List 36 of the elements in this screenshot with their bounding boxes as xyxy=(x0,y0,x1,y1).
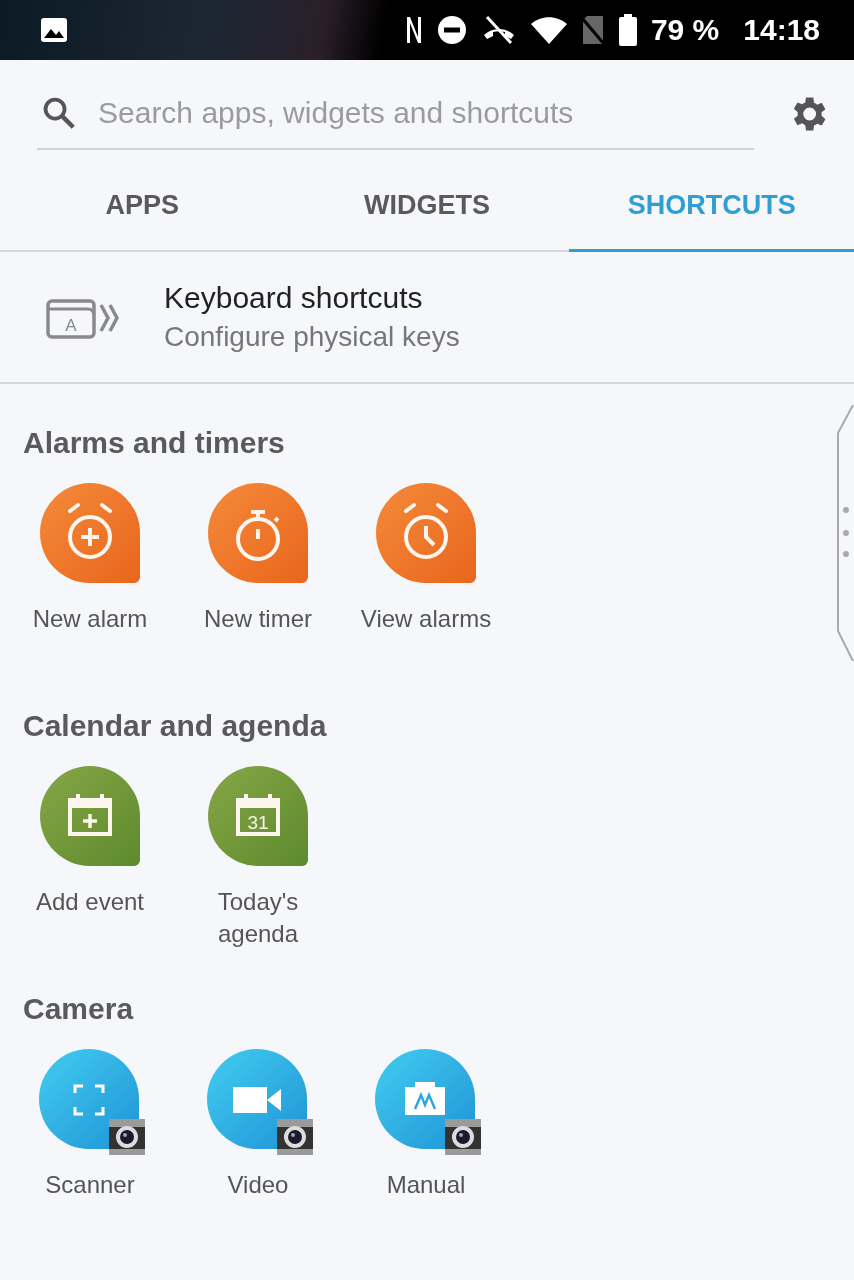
shortcut-item[interactable]: View alarms xyxy=(342,483,510,667)
chevrons-icon xyxy=(99,303,119,333)
shortcut-item[interactable]: New alarm xyxy=(6,483,174,667)
shortcut-subtitle: Configure physical keys xyxy=(164,321,460,353)
shortcut-item[interactable]: Manual xyxy=(342,1049,510,1233)
manual-icon xyxy=(375,1049,483,1157)
section-heading: Alarms and timers xyxy=(22,425,286,461)
video-icon xyxy=(207,1049,315,1157)
wifi-icon xyxy=(530,16,567,44)
alarm-add-icon xyxy=(40,483,140,583)
image-icon xyxy=(40,17,68,43)
section-heading: Camera xyxy=(22,991,135,1027)
shortcut-item[interactable]: Scanner xyxy=(6,1049,174,1233)
key-frame-drawing xyxy=(46,299,96,339)
search-field[interactable]: Search apps, widgets and shortcuts xyxy=(96,95,754,131)
do-not-disturb-icon xyxy=(436,15,467,45)
calendar-day: 31 xyxy=(247,812,269,833)
shortcut-item[interactable]: Add event xyxy=(6,766,174,950)
battery-level: 79 % xyxy=(650,13,720,47)
no-sim-icon xyxy=(580,15,605,45)
timer-icon xyxy=(208,483,308,583)
shortcut-item[interactable]: Video xyxy=(174,1049,342,1233)
shortcut-title: Keyboard shortcuts xyxy=(164,281,424,315)
section-heading: Calendar and agenda xyxy=(22,708,328,744)
shortcut-item[interactable]: New timer xyxy=(174,483,342,667)
scanner-icon xyxy=(39,1049,147,1157)
edge-panel-handle[interactable] xyxy=(836,405,854,661)
shortcut-item[interactable]: 31 Today's agenda xyxy=(174,766,342,950)
tab[interactable]: APPS xyxy=(0,150,285,252)
tab[interactable]: WIDGETS xyxy=(284,150,570,252)
calendar-drawing xyxy=(68,792,112,836)
battery-icon xyxy=(618,14,637,46)
alarm-view-icon xyxy=(376,483,476,583)
nfc-icon xyxy=(404,15,423,45)
clock: 14:18 xyxy=(743,13,820,47)
key-letter: A xyxy=(65,316,77,335)
